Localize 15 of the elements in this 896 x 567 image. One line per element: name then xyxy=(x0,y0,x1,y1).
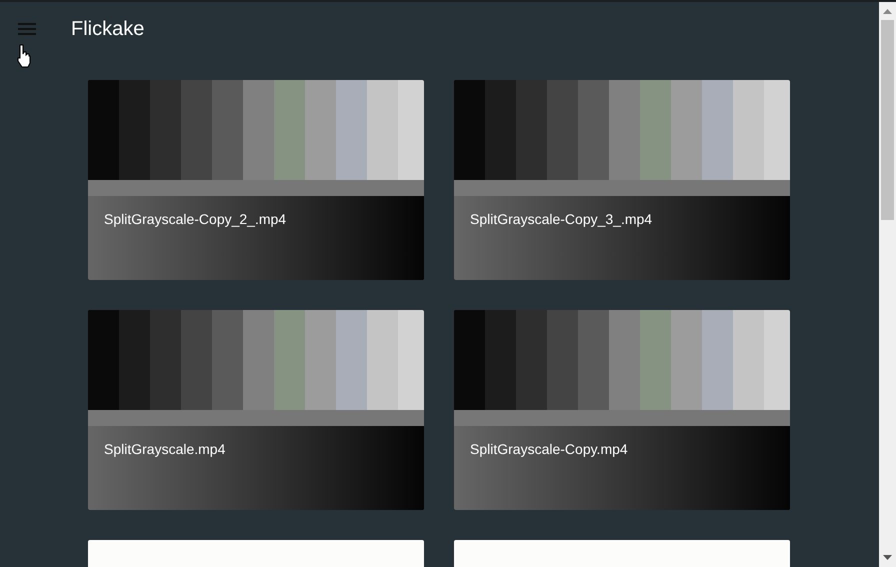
video-title: SplitGrayscale.mp4 xyxy=(104,441,226,457)
scroll-down-icon[interactable] xyxy=(883,555,892,560)
menu-icon[interactable] xyxy=(18,23,36,35)
video-title: SplitGrayscale-Copy.mp4 xyxy=(470,441,628,457)
video-card[interactable]: SplitGrayscale-Copy_3_.mp4 xyxy=(454,80,790,280)
video-title: SplitGrayscale-Copy_3_.mp4 xyxy=(470,211,652,227)
video-title: SplitGrayscale-Copy_2_.mp4 xyxy=(104,211,286,227)
video-card[interactable]: SplitGrayscale-Copy_2_.mp4 xyxy=(88,80,424,280)
video-card[interactable]: SplitGrayscale.mp4 xyxy=(88,310,424,510)
video-card[interactable]: SplitGrayscale-Copy.mp4 xyxy=(454,310,790,510)
hand-cursor-icon xyxy=(17,44,31,68)
app-title: Flickake xyxy=(71,18,144,41)
scroll-up-icon[interactable] xyxy=(883,9,892,14)
scrollbar[interactable] xyxy=(879,2,896,567)
scroll-thumb[interactable] xyxy=(881,20,894,220)
